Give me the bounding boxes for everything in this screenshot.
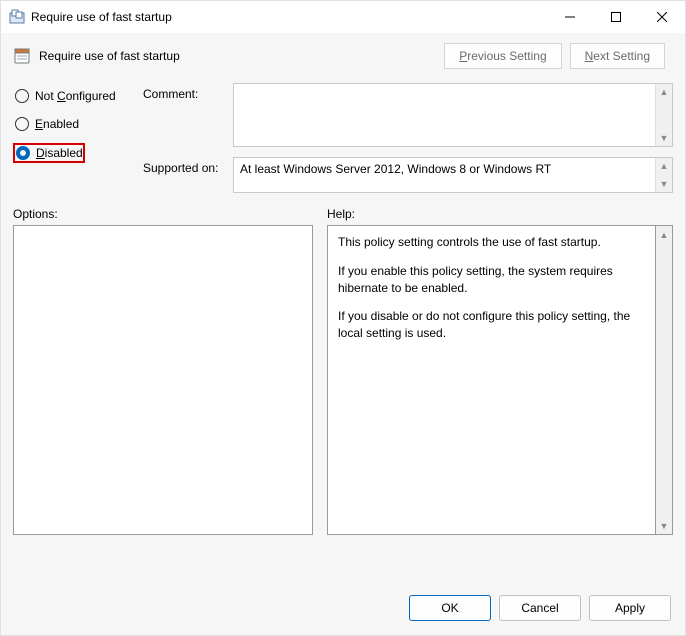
supported-scrollbar[interactable]: ▲ ▼ [655, 158, 672, 192]
comment-value [234, 84, 655, 146]
help-scrollbar[interactable]: ▲ ▼ [656, 225, 673, 535]
supported-textbox: At least Windows Server 2012, Windows 8 … [233, 157, 673, 193]
radio-label: Enabled [35, 117, 79, 131]
help-label: Help: [327, 207, 673, 221]
maximize-button[interactable] [593, 1, 639, 33]
supported-label: Supported on: [143, 157, 225, 193]
fields: Comment: ▲ ▼ Supported on: At least Wind… [143, 83, 673, 193]
state-radios: Not Configured Enabled Disabled [13, 83, 133, 193]
scroll-up-icon[interactable]: ▲ [656, 84, 672, 100]
supported-row: Supported on: At least Windows Server 20… [143, 157, 673, 193]
dialog-footer: OK Cancel Apply [1, 583, 685, 635]
help-text: If you disable or do not configure this … [338, 308, 645, 342]
ok-button[interactable]: OK [409, 595, 491, 621]
help-text: If you enable this policy setting, the s… [338, 263, 645, 297]
scroll-down-icon[interactable]: ▼ [656, 176, 672, 192]
radio-label: Disabled [36, 146, 83, 160]
previous-setting-button[interactable]: Previous Setting [444, 43, 561, 69]
nav-buttons: Previous Setting Next Setting [444, 43, 673, 69]
subheader: Require use of fast startup Previous Set… [1, 33, 685, 73]
scroll-up-icon[interactable]: ▲ [656, 226, 672, 243]
policy-icon [13, 47, 31, 65]
radio-label: Not Configured [35, 89, 116, 103]
radio-indicator [16, 146, 30, 160]
close-button[interactable] [639, 1, 685, 33]
panels: This policy setting controls the use of … [1, 225, 685, 583]
supported-value: At least Windows Server 2012, Windows 8 … [234, 158, 655, 192]
help-panel-wrap: This policy setting controls the use of … [327, 225, 673, 583]
scroll-track[interactable] [656, 243, 672, 517]
comment-row: Comment: ▲ ▼ [143, 83, 673, 147]
comment-textbox[interactable]: ▲ ▼ [233, 83, 673, 147]
radio-enabled[interactable]: Enabled [13, 115, 133, 133]
app-icon [9, 9, 25, 25]
apply-button[interactable]: Apply [589, 595, 671, 621]
comment-scrollbar[interactable]: ▲ ▼ [655, 84, 672, 146]
window-controls [547, 1, 685, 33]
scroll-down-icon[interactable]: ▼ [656, 130, 672, 146]
titlebar: Require use of fast startup [1, 1, 685, 33]
radio-indicator [15, 89, 29, 103]
window-title: Require use of fast startup [31, 10, 547, 24]
comment-label: Comment: [143, 83, 225, 147]
config-area: Not Configured Enabled Disabled Comment:… [1, 73, 685, 199]
scroll-up-icon[interactable]: ▲ [656, 158, 672, 174]
radio-disabled[interactable]: Disabled [13, 143, 85, 163]
minimize-button[interactable] [547, 1, 593, 33]
options-panel [13, 225, 313, 535]
panel-labels: Options: Help: [1, 199, 685, 225]
help-text: This policy setting controls the use of … [338, 234, 645, 251]
next-setting-button[interactable]: Next Setting [570, 43, 665, 69]
policy-title: Require use of fast startup [39, 49, 444, 63]
radio-not-configured[interactable]: Not Configured [13, 87, 133, 105]
options-label: Options: [13, 207, 313, 221]
scroll-down-icon[interactable]: ▼ [656, 517, 672, 534]
cancel-button[interactable]: Cancel [499, 595, 581, 621]
help-panel: This policy setting controls the use of … [327, 225, 656, 535]
dialog-window: Require use of fast startup Require use … [0, 0, 686, 636]
radio-indicator [15, 117, 29, 131]
